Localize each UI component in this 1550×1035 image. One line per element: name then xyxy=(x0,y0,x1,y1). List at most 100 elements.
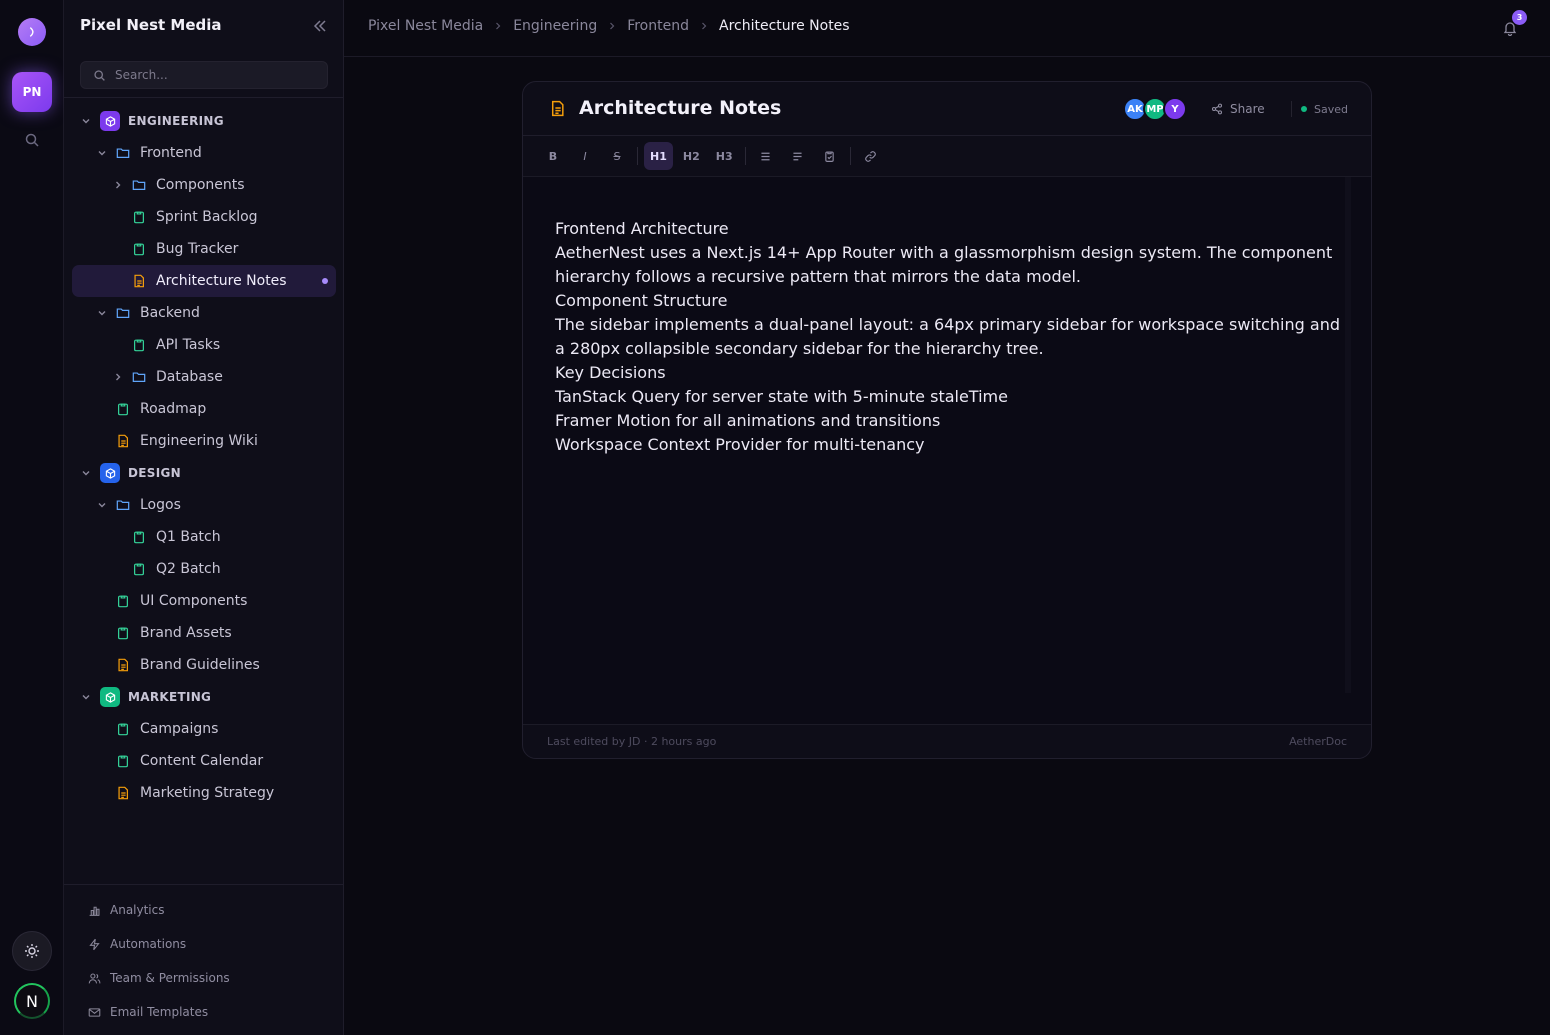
workspace-title: Pixel Nest Media xyxy=(80,16,222,34)
content-paragraph[interactable]: Framer Motion for all animations and tra… xyxy=(555,409,1345,433)
italic-button[interactable]: I xyxy=(571,142,599,170)
tree-item-bug-tracker[interactable]: Bug Tracker xyxy=(72,233,336,265)
theme-toggle-button[interactable] xyxy=(12,931,52,971)
chevron-down-icon[interactable] xyxy=(80,691,92,703)
chevron-down-icon[interactable] xyxy=(96,147,108,159)
search-icon[interactable] xyxy=(24,132,40,148)
chevron-right-icon[interactable] xyxy=(112,179,124,191)
align-button[interactable] xyxy=(784,142,812,170)
tree-item-content-calendar[interactable]: Content Calendar xyxy=(72,745,336,777)
chevron-down-icon[interactable] xyxy=(80,115,92,127)
bullet-list-button[interactable] xyxy=(752,142,780,170)
tree-item-label: Logos xyxy=(140,497,181,513)
tree-item-brand-assets[interactable]: Brand Assets xyxy=(72,617,336,649)
document-content[interactable]: Frontend Architecture AetherNest uses a N… xyxy=(555,217,1345,457)
tree-item-components[interactable]: Components xyxy=(72,169,336,201)
insert-link-button[interactable] xyxy=(857,142,885,170)
user-initial: N xyxy=(26,991,38,1011)
content-paragraph[interactable]: Workspace Context Provider for multi-ten… xyxy=(555,433,1345,457)
document-editor: Architecture Notes AK MP Y Share Saved B I… xyxy=(522,81,1372,759)
tree-item-label: Sprint Backlog xyxy=(156,209,258,225)
tree-item-q2-batch[interactable]: Q2 Batch xyxy=(72,553,336,585)
tree-item-database[interactable]: Database xyxy=(72,361,336,393)
content-paragraph[interactable]: Component Structure xyxy=(555,289,1345,313)
chevron-down-icon[interactable] xyxy=(96,499,108,511)
chevron-right-icon[interactable] xyxy=(112,371,124,383)
tree-item-api-tasks[interactable]: API Tasks xyxy=(72,329,336,361)
tree-item-label: ENGINEERING xyxy=(128,114,224,128)
nav-label: Automations xyxy=(110,937,187,951)
chevron-down-icon[interactable] xyxy=(80,467,92,479)
content-paragraph[interactable]: TanStack Query for server state with 5-m… xyxy=(555,385,1345,409)
workspace-section-design[interactable]: DESIGN xyxy=(72,457,336,489)
breadcrumb-item-pixel-nest-media[interactable]: Pixel Nest Media xyxy=(368,18,483,34)
breadcrumb-item-frontend[interactable]: Frontend xyxy=(627,18,689,34)
breadcrumb-item-engineering[interactable]: Engineering xyxy=(513,18,597,34)
tree-item-campaigns[interactable]: Campaigns xyxy=(72,713,336,745)
clipboard-icon xyxy=(134,531,144,544)
tree-item-label: Brand Assets xyxy=(140,625,232,641)
workspace-switcher-pixel-nest[interactable]: PN xyxy=(12,72,52,112)
workspace-section-engineering[interactable]: ENGINEERING xyxy=(72,105,336,137)
folder-icon xyxy=(116,500,130,510)
tree-item-brand-guidelines[interactable]: Brand Guidelines xyxy=(72,649,336,681)
workspace-section-marketing[interactable]: MARKETING xyxy=(72,681,336,713)
active-indicator-dot xyxy=(322,278,328,284)
document-icon xyxy=(118,658,128,672)
tree-item-engineering-wiki[interactable]: Engineering Wiki xyxy=(72,425,336,457)
tree-item-frontend[interactable]: Frontend xyxy=(72,137,336,169)
nav-analytics[interactable]: Analytics xyxy=(80,893,328,927)
sidebar-search[interactable] xyxy=(80,61,328,89)
heading-1-button[interactable]: H1 xyxy=(644,142,673,170)
scrollbar-track[interactable] xyxy=(1345,177,1351,693)
primary-sidebar: PN N xyxy=(0,0,64,1035)
sidebar-header: Pixel Nest Media xyxy=(80,16,328,38)
task-list-button[interactable] xyxy=(816,142,844,170)
document-title[interactable]: Architecture Notes xyxy=(579,97,781,119)
tree-item-q1-batch[interactable]: Q1 Batch xyxy=(72,521,336,553)
tree-item-architecture-notes[interactable]: Architecture Notes xyxy=(72,265,336,297)
nav-label: Email Templates xyxy=(110,1005,209,1019)
tree-item-sprint-backlog[interactable]: Sprint Backlog xyxy=(72,201,336,233)
last-edited-label: Last edited by JD · 2 hours ago xyxy=(547,735,717,748)
link-icon xyxy=(865,150,876,162)
nav-automations[interactable]: Automations xyxy=(80,927,328,961)
folder-icon xyxy=(132,180,146,190)
search-input[interactable] xyxy=(115,62,315,88)
document-icon xyxy=(551,100,564,117)
collaborator-avatars: AK MP Y xyxy=(1123,97,1193,121)
saved-indicator-dot xyxy=(1301,106,1307,112)
users-icon xyxy=(88,973,101,983)
bold-button[interactable]: B xyxy=(539,142,567,170)
heading-2-button[interactable]: H2 xyxy=(677,142,706,170)
collapse-sidebar-icon[interactable] xyxy=(312,18,328,34)
content-paragraph[interactable]: Frontend Architecture xyxy=(555,217,1345,241)
tree-item-logos[interactable]: Logos xyxy=(72,489,336,521)
content-paragraph[interactable]: Key Decisions xyxy=(555,361,1345,385)
heading-3-button[interactable]: H3 xyxy=(710,142,739,170)
content-paragraph[interactable]: AetherNest uses a Next.js 14+ App Router… xyxy=(555,241,1345,289)
tree-item-backend[interactable]: Backend xyxy=(72,297,336,329)
content-paragraph[interactable]: The sidebar implements a dual-panel layo… xyxy=(555,313,1345,361)
sidebar-footer-nav: Analytics Automations Team & Permissions Em… xyxy=(80,893,328,1029)
clipboard-icon xyxy=(134,339,144,352)
document-body[interactable]: Frontend Architecture AetherNest uses a N… xyxy=(523,176,1371,724)
collaborator-avatar[interactable]: Y xyxy=(1163,97,1187,121)
nav-email-templates[interactable]: Email Templates xyxy=(80,995,328,1029)
nav-team-permissions[interactable]: Team & Permissions xyxy=(80,961,328,995)
divider xyxy=(64,97,344,98)
tree-item-roadmap[interactable]: Roadmap xyxy=(72,393,336,425)
share-button[interactable]: Share xyxy=(1211,100,1265,118)
share-icon xyxy=(1211,103,1223,115)
chevron-down-icon[interactable] xyxy=(96,307,108,319)
tree-item-ui-components[interactable]: UI Components xyxy=(72,585,336,617)
user-avatar[interactable]: N xyxy=(14,983,50,1019)
tree-item-marketing-strategy[interactable]: Marketing Strategy xyxy=(72,777,336,809)
app-logo[interactable] xyxy=(18,18,46,46)
strikethrough-button[interactable]: S xyxy=(603,142,631,170)
breadcrumb-item-architecture-notes: Architecture Notes xyxy=(719,18,850,34)
